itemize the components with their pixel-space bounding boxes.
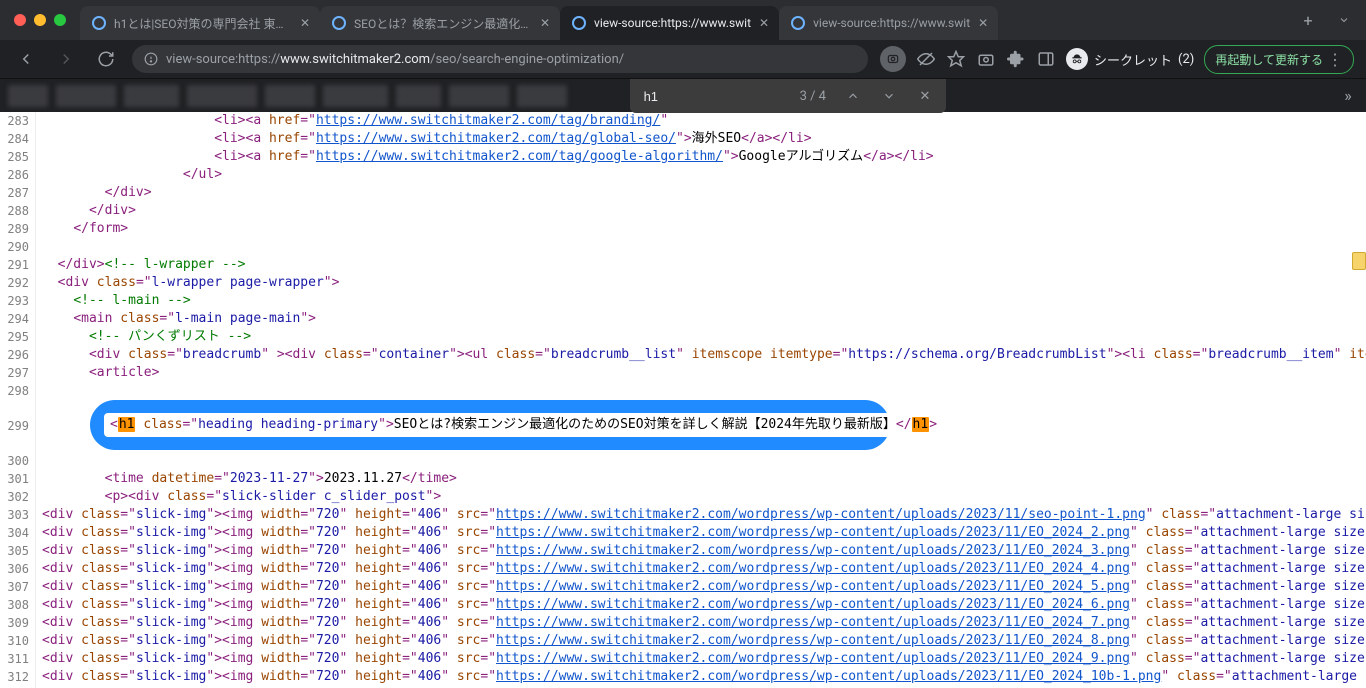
- window-controls-mac: [8, 14, 72, 26]
- tab-title: view-source:https://www.swit: [813, 16, 970, 30]
- lens-icon[interactable]: [880, 46, 906, 72]
- source-code[interactable]: <li><a href="https://www.switchitmaker2.…: [36, 112, 1366, 688]
- url-path: /seo/search-engine-optimization/: [430, 52, 624, 67]
- camera-icon[interactable]: [976, 49, 996, 69]
- line-number-gutter: 2832842852862872882892902912922932942952…: [0, 112, 36, 688]
- address-bar[interactable]: view-source:https://www.switchitmaker2.c…: [132, 45, 868, 73]
- favicon-icon: [332, 16, 346, 30]
- profile-count: (2): [1178, 52, 1194, 67]
- find-in-page-bar: 3 / 4 ✕: [630, 79, 946, 113]
- bookmark-item[interactable]: [323, 85, 388, 107]
- tab-title: SEOとは？検索エンジン最適化の: [354, 15, 532, 32]
- url-scheme: view-source:: [166, 52, 238, 67]
- browser-tab[interactable]: h1とは|SEO対策の専門会社 東京S ✕: [80, 6, 320, 40]
- profile-chip[interactable]: シークレット (2): [1066, 46, 1194, 72]
- find-next-button[interactable]: [880, 87, 898, 105]
- scroll-marker: [1352, 252, 1366, 270]
- eye-off-icon[interactable]: [916, 49, 936, 69]
- profile-label: シークレット: [1094, 50, 1172, 69]
- forward-button[interactable]: [52, 45, 80, 73]
- bookmark-star-icon[interactable]: [946, 49, 966, 69]
- tab-title: view-source:https://www.swit: [594, 16, 751, 30]
- bookmark-item[interactable]: [56, 85, 116, 107]
- toolbar: view-source:https://www.switchitmaker2.c…: [0, 40, 1366, 78]
- url-proto: https://: [238, 52, 280, 67]
- toolbar-right: シークレット (2) 再起動して更新する ⋮: [880, 45, 1354, 74]
- extensions-icon[interactable]: [1006, 49, 1026, 69]
- favicon-icon: [92, 16, 106, 30]
- tab-strip: h1とは|SEO対策の専門会社 東京S ✕ SEOとは？検索エンジン最適化の ✕…: [80, 0, 1286, 40]
- bookmarks-bar: » 3 / 4 ✕: [0, 78, 1366, 112]
- bookmark-item[interactable]: [8, 85, 48, 107]
- find-prev-button[interactable]: [844, 87, 862, 105]
- bookmark-item[interactable]: [124, 85, 179, 107]
- browser-tab-active[interactable]: view-source:https://www.swit ✕: [560, 6, 779, 40]
- favicon-icon: [572, 16, 586, 30]
- close-window-button[interactable]: [14, 14, 26, 26]
- more-icon[interactable]: ⋮: [1327, 50, 1343, 69]
- browser-tab[interactable]: SEOとは？検索エンジン最適化の ✕: [320, 6, 560, 40]
- reload-button[interactable]: [92, 45, 120, 73]
- browser-window: h1とは|SEO対策の専門会社 東京S ✕ SEOとは？検索エンジン最適化の ✕…: [0, 0, 1366, 688]
- incognito-icon: [1066, 48, 1088, 70]
- bookmark-item[interactable]: [265, 85, 315, 107]
- bookmark-item[interactable]: [396, 85, 441, 107]
- close-tab-icon[interactable]: ✕: [759, 16, 769, 30]
- update-button[interactable]: 再起動して更新する ⋮: [1204, 45, 1354, 74]
- titlebar: h1とは|SEO対策の専門会社 東京S ✕ SEOとは？検索エンジン最適化の ✕…: [0, 0, 1366, 40]
- favicon-icon: [791, 16, 805, 30]
- bookmark-item[interactable]: [449, 85, 509, 107]
- sidepanel-icon[interactable]: [1036, 49, 1056, 69]
- find-close-button[interactable]: ✕: [916, 87, 934, 105]
- bookmark-item[interactable]: [517, 85, 567, 107]
- browser-tab[interactable]: view-source:https://www.swit ✕: [779, 6, 998, 40]
- close-tab-icon[interactable]: ✕: [978, 16, 988, 30]
- update-label: 再起動して更新する: [1215, 51, 1323, 68]
- url-host: www.switchitmaker2.com: [280, 52, 430, 67]
- find-input[interactable]: [642, 88, 782, 105]
- tab-title: h1とは|SEO対策の専門会社 東京S: [114, 15, 292, 32]
- find-count: 3 / 4: [800, 89, 826, 104]
- view-source-pane[interactable]: 2832842852862872882892902912922932942952…: [0, 112, 1366, 688]
- highlight-annotation: <h1 class="heading heading-primary">SEOと…: [90, 400, 890, 450]
- bookmark-item[interactable]: [187, 85, 257, 107]
- new-tab-button[interactable]: +: [1294, 6, 1322, 34]
- back-button[interactable]: [12, 45, 40, 73]
- site-info-icon[interactable]: [144, 52, 158, 66]
- bookmarks-overflow-icon[interactable]: »: [1338, 86, 1358, 106]
- minimize-window-button[interactable]: [34, 14, 46, 26]
- close-tab-icon[interactable]: ✕: [300, 16, 310, 30]
- maximize-window-button[interactable]: [54, 14, 66, 26]
- close-tab-icon[interactable]: ✕: [540, 16, 550, 30]
- chevron-down-icon[interactable]: [1330, 6, 1358, 34]
